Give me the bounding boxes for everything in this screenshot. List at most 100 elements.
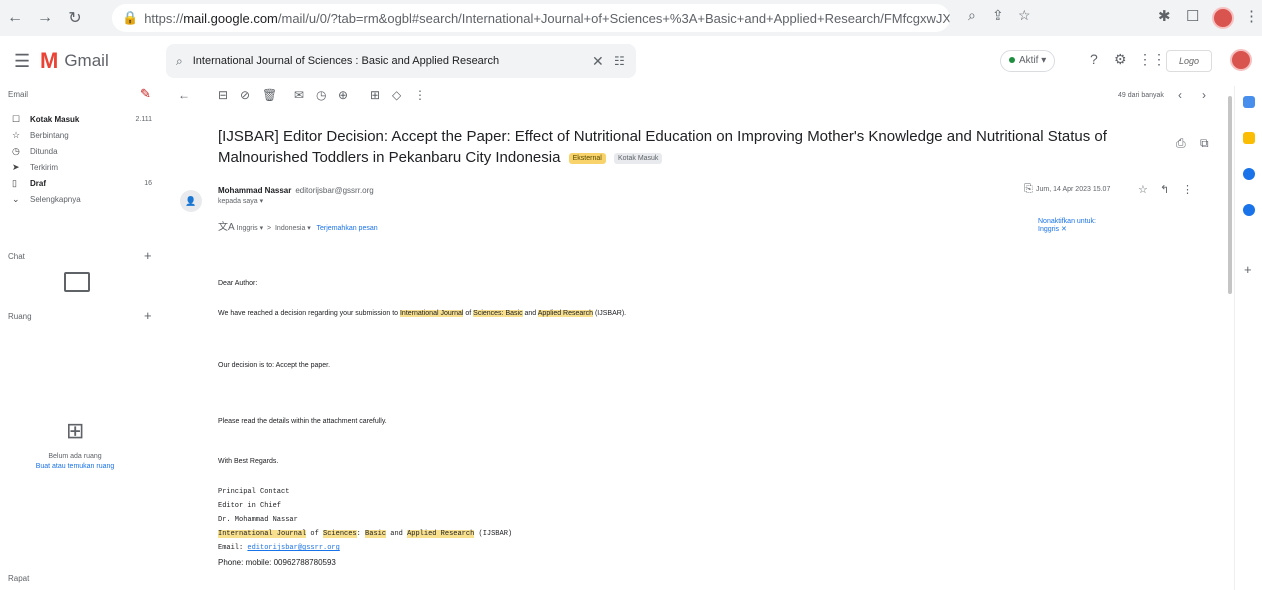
translate-from-label: Inggris (236, 225, 258, 232)
search-icon[interactable]: ⌕ (176, 54, 183, 69)
newer-chevron-icon[interactable]: ‹ (1178, 88, 1182, 102)
address-bar[interactable]: 🔒 https://mail.google.com/mail/u/0/?tab=… (112, 4, 950, 32)
label-icon[interactable]: ◇ (392, 88, 401, 102)
more-actions-icon[interactable]: ⋮ (414, 88, 426, 102)
translate-to-select[interactable]: Indonesia ▾ (275, 225, 311, 232)
clock-icon: ◷ (12, 145, 20, 156)
print-icon[interactable]: ⎙ (1176, 136, 1186, 151)
older-chevron-icon[interactable]: › (1202, 88, 1206, 102)
body-line-1: We have reached a decision regarding you… (218, 310, 626, 317)
reply-icon[interactable]: ↰ (1160, 183, 1169, 196)
sidebar-item-label: Ditunda (30, 146, 58, 156)
email-subject: [IJSBAR] Editor Decision: Accept the Pap… (218, 126, 1118, 168)
open-new-window-icon[interactable]: ⧉ (1200, 136, 1209, 151)
back-icon[interactable]: ← (0, 9, 30, 27)
email-view: ← ⊟ ⊘ 🗑 ✉ ◷ ⊕ ⊞ ◇ ⋮ 49 dari banyak ‹ › [… (166, 86, 1226, 590)
gmail-m-icon: M (40, 48, 59, 73)
label-inbox-chip[interactable]: Kotak Masuk (613, 152, 663, 164)
sidebar-item-label: Berbintang (30, 130, 69, 140)
chat-section-title: Chat (8, 252, 25, 261)
body-text: and (386, 530, 408, 538)
calendar-icon[interactable] (1243, 96, 1255, 108)
sidebar-item-sent[interactable]: ➤ Terkirim (12, 160, 152, 174)
translate-off-link[interactable]: Nonaktifkan untuk: Inggris ✕ (1038, 218, 1098, 233)
status-dropdown[interactable]: Aktif ▾ (1000, 50, 1056, 72)
account-avatar[interactable] (1230, 49, 1252, 71)
new-chat-plus-icon[interactable]: + (144, 248, 152, 263)
body-text: Email: (218, 544, 248, 552)
email-scrollbar[interactable] (1226, 90, 1234, 590)
scrollbar-thumb[interactable] (1228, 96, 1232, 294)
help-icon[interactable]: ? (1090, 51, 1098, 67)
browser-profile-avatar[interactable] (1212, 7, 1234, 29)
body-text: of (463, 310, 474, 317)
bookmark-star-icon[interactable]: ☆ (1018, 7, 1031, 24)
sidebar-item-starred[interactable]: ☆ Berbintang (12, 128, 152, 142)
tasks-icon[interactable] (1243, 168, 1255, 180)
sender-email: editorijsbar@gssrr.org (295, 186, 374, 195)
star-message-icon[interactable]: ☆ (1138, 183, 1148, 196)
search-bar[interactable]: ⌕ International Journal of Sciences : Ba… (166, 44, 636, 78)
tab-search-icon[interactable]: ☐ (1186, 7, 1199, 25)
snooze-icon[interactable]: ◷ (316, 88, 326, 102)
recipient-text: kepada saya (218, 198, 258, 205)
sidebar-item-drafts[interactable]: ▯ Draf 16 (12, 176, 152, 190)
sender-line: Mohammad Nassar editorijsbar@gssrr.org (218, 186, 374, 195)
sidebar-item-more[interactable]: ⌄ Selengkapnya (12, 192, 152, 206)
translate-icon: 文A (218, 222, 235, 233)
browser-toolbar: ← → ↻ 🔒 https://mail.google.com/mail/u/0… (0, 0, 1262, 36)
account-brand-logo[interactable]: Logo (1166, 50, 1212, 72)
sender-avatar[interactable]: 👤 (180, 190, 202, 212)
translate-to-label: Indonesia (274, 225, 306, 232)
url-path: /mail/u/0/?tab=rm&ogbl#search/Internatio… (277, 10, 950, 26)
search-input[interactable]: International Journal of Sciences : Basi… (193, 55, 499, 67)
clear-search-icon[interactable]: ✕ (592, 53, 604, 70)
archive-icon[interactable]: ⊟ (218, 88, 228, 102)
highlight-text: Sciences: Basic (473, 310, 523, 317)
settings-gear-icon[interactable]: ⚙ (1114, 51, 1127, 68)
forward-icon[interactable]: → (30, 9, 60, 27)
signature-line-2: Editor in Chief (218, 502, 282, 510)
add-addon-plus-icon[interactable]: + (1244, 262, 1252, 277)
compose-pencil-icon[interactable]: ✎ (140, 86, 151, 102)
new-room-plus-icon[interactable]: + (144, 308, 152, 323)
add-task-icon[interactable]: ⊕ (338, 88, 348, 102)
gmail-header: ☰ M Gmail ⌕ International Journal of Sci… (0, 36, 1262, 86)
attachment-icon: ⎘ (1024, 183, 1033, 195)
mark-unread-icon[interactable]: ✉ (294, 88, 304, 102)
gmail-logo[interactable]: M Gmail (40, 48, 109, 74)
zoom-icon[interactable]: ⌕ (968, 7, 976, 24)
message-more-icon[interactable]: ⋮ (1182, 183, 1193, 196)
share-icon[interactable]: ⇪ (992, 7, 1004, 24)
contacts-icon[interactable] (1243, 204, 1255, 216)
body-text: We have reached a decision regarding you… (218, 310, 400, 317)
back-to-list-icon[interactable]: ← (178, 88, 190, 102)
extensions-icon[interactable]: ✱ (1158, 7, 1171, 25)
translate-from-select[interactable]: Inggris ▾ (237, 225, 263, 232)
search-options-icon[interactable]: ☷ (614, 54, 625, 68)
move-to-icon[interactable]: ⊞ (370, 88, 380, 102)
email-link[interactable]: editorijsbar@gssrr.org (247, 544, 339, 552)
body-line-4: With Best Regards. (218, 458, 279, 465)
keep-icon[interactable] (1243, 132, 1255, 144)
status-label: Aktif (1019, 55, 1039, 66)
page-info: 49 dari banyak (1118, 92, 1164, 99)
main-menu-icon[interactable]: ☰ (14, 51, 30, 72)
rooms-empty-state: Belum ada ruang Buat atau temukan ruang (0, 452, 150, 472)
meet-section-title[interactable]: Rapat (8, 574, 29, 583)
body-greeting: Dear Author: (218, 280, 258, 287)
browser-menu-icon[interactable]: ⋮ (1244, 7, 1259, 25)
label-external-chip[interactable]: Eksternal (568, 152, 606, 164)
report-spam-icon[interactable]: ⊘ (240, 88, 250, 102)
apps-grid-icon[interactable]: ⋮⋮ (1138, 51, 1166, 68)
sidebar-item-snoozed[interactable]: ◷ Ditunda (12, 144, 152, 158)
email-toolbar: ← ⊟ ⊘ 🗑 ✉ ◷ ⊕ ⊞ ◇ ⋮ 49 dari banyak ‹ › (166, 86, 1226, 108)
delete-icon[interactable]: 🗑 (262, 88, 277, 102)
recipient-dropdown[interactable]: kepada saya ▾ (218, 197, 263, 205)
reload-icon[interactable]: ↻ (60, 8, 90, 28)
sidebar: Email ✎ ☐ Kotak Masuk 2.111 ☆ Berbintang… (0, 86, 166, 590)
find-rooms-link[interactable]: Buat atau temukan ruang (0, 462, 150, 472)
sidebar-item-inbox[interactable]: ☐ Kotak Masuk 2.111 (12, 112, 152, 126)
body-text: (IJSBAR). (593, 310, 627, 317)
translate-message-link[interactable]: Terjemahkan pesan (317, 225, 378, 232)
